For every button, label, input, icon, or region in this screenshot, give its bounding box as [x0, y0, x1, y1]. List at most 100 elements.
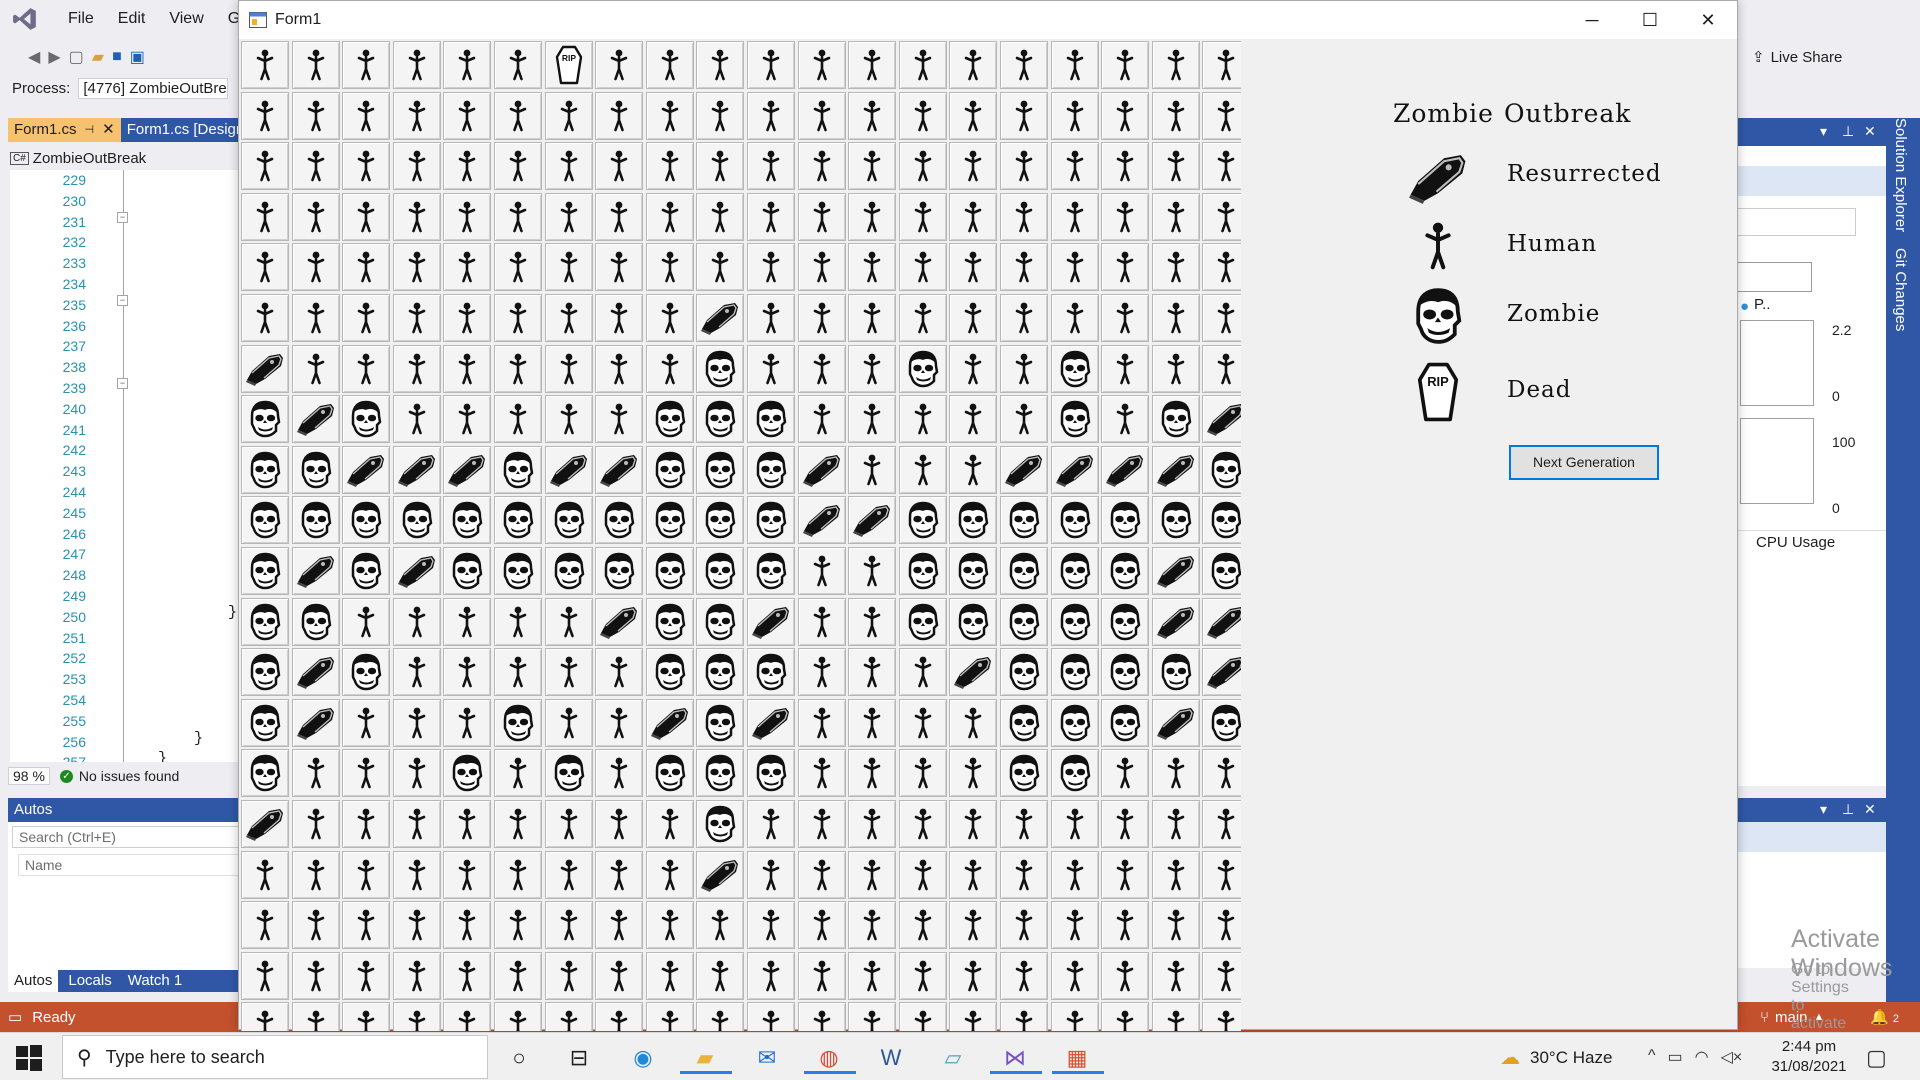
human-icon: [560, 251, 577, 283]
system-clock[interactable]: 2:44 pm 31/08/2021: [1764, 1037, 1854, 1077]
tab-autos[interactable]: Autos: [8, 970, 59, 992]
human-icon: [256, 251, 274, 283]
solution-explorer-tab[interactable]: Solution Explorer: [1892, 118, 1909, 232]
grid-cell-zombie: [241, 597, 289, 646]
tab-watch-1[interactable]: Watch 1: [122, 970, 188, 992]
fold-toggle[interactable]: −: [117, 212, 128, 223]
grid-cell-human: [392, 597, 441, 646]
human-icon: [1218, 251, 1235, 283]
population-grid: RIP: [241, 41, 1241, 1031]
tab-form1-cs[interactable]: Form1.cs ⊣ ✕: [8, 118, 121, 142]
volume-icon[interactable]: ◁×: [1721, 1047, 1743, 1067]
windows-taskbar: ⚲ Type here to search ○ ⊟ ◉ ▰ ✉ ◍ W ▱ ⋈ …: [0, 1032, 1920, 1080]
human-icon: [1015, 302, 1033, 334]
line-number: 254: [62, 691, 86, 708]
grid-cell-human: [291, 344, 340, 393]
mail-icon[interactable]: ✉: [750, 1041, 784, 1075]
chrome-icon[interactable]: ◍: [804, 1041, 856, 1075]
dropdown-icon[interactable]: ▾: [1820, 123, 1827, 140]
process-bar: Process: [4776] ZombieOutBreak: [12, 76, 240, 100]
navigation-bar[interactable]: C# ZombieOutBreak: [10, 148, 240, 168]
grid-cell-human: [544, 1002, 593, 1031]
close-panel-icon[interactable]: ✕: [1864, 801, 1876, 818]
human-icon: [1116, 403, 1134, 435]
process-select[interactable]: [4776] ZombieOutBreak: [78, 77, 229, 99]
weather-widget[interactable]: ☁ 30°C Haze: [1500, 1045, 1612, 1070]
form-taskbar-icon[interactable]: ▦: [1052, 1041, 1104, 1075]
grid-cell-human: [747, 294, 795, 342]
pin-icon[interactable]: ⊥: [1842, 801, 1854, 818]
minimize-button[interactable]: ─: [1563, 1, 1621, 39]
taskbar-search[interactable]: ⚲ Type here to search: [62, 1035, 488, 1079]
human-icon: [509, 353, 527, 384]
windows-start-icon[interactable]: [14, 1043, 44, 1073]
close-window-button[interactable]: ✕: [1679, 1, 1737, 39]
grid-cell-human: [544, 951, 593, 1000]
human-icon: [1167, 1010, 1185, 1031]
grid-cell-zombie: [696, 445, 745, 494]
next-generation-button[interactable]: Next Generation: [1509, 445, 1659, 480]
cortana-icon[interactable]: ○: [502, 1041, 536, 1075]
menu-edit[interactable]: Edit: [106, 10, 158, 28]
grid-cell-human: [392, 395, 441, 444]
autos-search-input[interactable]: Search (Ctrl+E): [12, 826, 240, 848]
live-share-button[interactable]: ⇪ Live Share: [1752, 48, 1842, 67]
autos-name-column[interactable]: Name: [18, 854, 240, 876]
human-icon: [560, 656, 577, 688]
app-icon[interactable]: ▱: [936, 1041, 970, 1075]
zombie-icon: [1009, 755, 1040, 792]
grid-cell-zombie: [1101, 496, 1150, 545]
code-editor[interactable]: 229 230 231 232 233 234 235 236 237 238 239 240 241 2…: [10, 170, 240, 762]
pin-icon[interactable]: ⊣: [85, 118, 95, 142]
notifications-indicator[interactable]: 🔔 2: [1870, 1008, 1899, 1026]
network-icon[interactable]: ▭: [1668, 1047, 1683, 1067]
menu-file[interactable]: File: [56, 10, 106, 28]
fold-toggle[interactable]: −: [117, 378, 128, 389]
human-icon: [1116, 909, 1134, 941]
file-explorer-icon[interactable]: ▰: [680, 1041, 732, 1075]
dropdown-icon[interactable]: ▾: [1820, 801, 1827, 818]
save-all-icon[interactable]: ▣: [130, 47, 145, 67]
grid-cell-zombie: [291, 445, 340, 494]
wifi-icon[interactable]: ◠: [1695, 1047, 1709, 1067]
git-changes-tab[interactable]: Git Changes: [1892, 248, 1909, 331]
task-view-icon[interactable]: ⊟: [562, 1041, 596, 1075]
human-icon: [762, 49, 780, 81]
save-icon[interactable]: ■: [112, 48, 122, 66]
tab-form1-design[interactable]: Form1.cs [Design]: [120, 118, 255, 142]
chevron-up-icon[interactable]: ^: [1648, 1047, 1656, 1067]
open-folder-icon[interactable]: ▰: [92, 47, 104, 67]
zoom-select[interactable]: 98 %: [8, 767, 50, 785]
grid-cell-human: [797, 749, 846, 798]
form-titlebar[interactable]: Form1 ─ ☐ ✕: [239, 1, 1737, 39]
grid-cell-human: [1050, 192, 1099, 241]
maximize-button[interactable]: ☐: [1621, 1, 1679, 39]
grid-cell-zombie: [1101, 547, 1150, 595]
zombie-icon: [706, 350, 736, 387]
cpu-usage-tab[interactable]: CPU Usage: [1756, 534, 1835, 551]
grid-cell-human: [544, 142, 593, 191]
new-item-icon[interactable]: ▢: [69, 47, 84, 67]
forward-icon[interactable]: ▶: [48, 47, 60, 67]
visual-studio-taskbar-icon[interactable]: ⋈: [990, 1041, 1042, 1075]
close-tab-icon[interactable]: ✕: [102, 118, 115, 142]
tab-locals[interactable]: Locals: [62, 970, 117, 992]
back-icon[interactable]: ◀: [28, 47, 40, 67]
grid-cell-resurrected: [291, 648, 340, 697]
human-icon: [762, 808, 780, 840]
grid-cell-human: [241, 1002, 289, 1031]
check-icon: ✓: [59, 769, 73, 783]
menu-view[interactable]: View: [157, 10, 215, 28]
human-icon: [863, 707, 881, 739]
edge-browser-icon[interactable]: ◉: [626, 1041, 660, 1075]
filter-box[interactable]: [1736, 262, 1812, 292]
pin-icon[interactable]: ⊥: [1842, 123, 1854, 140]
close-panel-icon[interactable]: ✕: [1864, 123, 1876, 140]
notification-center-icon[interactable]: ▢: [1866, 1045, 1887, 1071]
issues-indicator[interactable]: ✓ No issues found: [59, 768, 179, 784]
fold-toggle[interactable]: −: [117, 295, 128, 306]
word-icon[interactable]: W: [874, 1041, 908, 1075]
human-icon: [661, 201, 679, 233]
zombie-icon: [402, 502, 433, 539]
zombie-icon: [655, 755, 686, 792]
